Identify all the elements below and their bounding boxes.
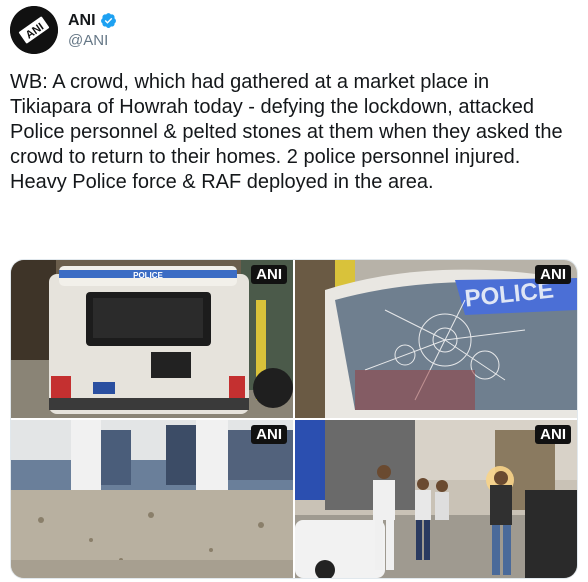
ani-logo-icon: ANI (10, 6, 58, 54)
photo-shattered-windshield[interactable]: POLICE ANI (295, 260, 577, 418)
media-grid[interactable]: POLICE ANI POLICE ANI ANI ANI (10, 259, 578, 579)
handle[interactable]: @ANI (68, 32, 117, 49)
ani-watermark: ANI (251, 425, 287, 444)
verified-badge-icon (100, 13, 116, 28)
tweet-text: WB: A crowd, which had gathered at a mar… (10, 71, 563, 193)
ani-watermark: ANI (535, 425, 571, 444)
photo-stone-littered-yard[interactable]: ANI (11, 420, 293, 578)
photo-police-jeep-back[interactable]: POLICE ANI (11, 260, 293, 418)
tweet-header: ANI ANI @ANI (10, 6, 117, 54)
vehicle-police-label: POLICE (133, 271, 163, 280)
display-name[interactable]: ANI (68, 12, 96, 30)
photo-police-on-street[interactable]: ANI (295, 420, 577, 578)
account-names: ANI @ANI (68, 12, 117, 49)
avatar[interactable]: ANI (10, 6, 58, 54)
ani-watermark: ANI (251, 265, 287, 284)
ani-watermark: ANI (535, 265, 571, 284)
